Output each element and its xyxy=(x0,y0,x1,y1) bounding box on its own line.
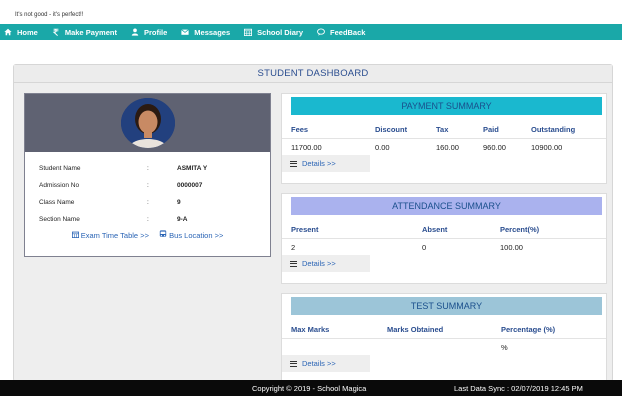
page-footer: Copyright © 2019 - School Magica Last Da… xyxy=(0,380,622,396)
nav-profile-label: Profile xyxy=(143,27,168,37)
calendar-icon xyxy=(244,28,253,36)
last-sync-text: Last Data Sync : 02/07/2019 12:45 PM xyxy=(454,384,583,393)
percentage-value: % xyxy=(501,342,508,352)
bus-icon xyxy=(159,230,167,237)
bus-location-link[interactable]: Bus Location >> xyxy=(159,230,224,240)
section-name-label: Section Name xyxy=(39,216,80,223)
tagline: It's not good - it's perfect!! xyxy=(15,12,84,18)
student-avatar xyxy=(121,98,175,148)
exam-timetable-link[interactable]: Exam Time Table >> xyxy=(71,231,151,240)
exam-timetable-label: Exam Time Table >> xyxy=(80,231,149,240)
nav-home[interactable]: Home xyxy=(4,28,38,37)
attendance-details-label: Details >> xyxy=(302,259,336,268)
nav-home-label: Home xyxy=(17,27,38,37)
attendance-summary-table: Present Absent Percent(%) 2 0 100.00 xyxy=(282,221,606,255)
main-navbar: Home Make Payment Profile Messages Schoo… xyxy=(0,24,622,40)
payment-summary-title: PAYMENT SUMMARY xyxy=(291,97,602,115)
class-name-row: Class Name : 9 xyxy=(25,194,270,211)
discount-header: Discount xyxy=(375,125,408,134)
attendance-summary-title: ATTENDANCE SUMMARY xyxy=(291,197,602,215)
separator: : xyxy=(147,216,149,223)
payment-data-row: 11700.00 0.00 160.00 960.00 10900.00 xyxy=(282,138,606,155)
tax-header: Tax xyxy=(436,125,449,134)
test-details-link[interactable]: Details >> xyxy=(282,355,370,372)
student-card-header xyxy=(25,94,270,152)
admission-no-row: Admission No : 0000007 xyxy=(25,177,270,194)
class-name-label: Class Name xyxy=(39,199,75,206)
nav-school-diary-label: School Diary xyxy=(257,27,304,37)
outstanding-header: Outstanding xyxy=(531,125,576,134)
percent-value: 100.00 xyxy=(500,242,523,252)
tax-value: 160.00 xyxy=(436,142,459,152)
marks-obtained-header: Marks Obtained xyxy=(387,325,444,334)
user-icon xyxy=(131,28,139,36)
present-header: Present xyxy=(291,225,319,234)
payment-details-label: Details >> xyxy=(302,159,336,168)
test-header-row: Max Marks Marks Obtained Percentage (%) xyxy=(282,321,606,338)
max-marks-header: Max Marks xyxy=(291,325,330,334)
bus-location-label: Bus Location >> xyxy=(169,231,224,240)
class-name-value: 9 xyxy=(177,199,181,206)
test-summary-title: TEST SUMMARY xyxy=(291,297,602,315)
discount-value: 0.00 xyxy=(375,142,390,152)
payment-summary-table: Fees Discount Tax Paid Outstanding 11700… xyxy=(282,121,606,155)
separator: : xyxy=(147,199,149,206)
student-name-value: ASMITA Y xyxy=(177,165,208,172)
nav-profile[interactable]: Profile xyxy=(131,28,167,37)
payment-header-row: Fees Discount Tax Paid Outstanding xyxy=(282,121,606,138)
envelope-icon xyxy=(181,29,190,35)
nav-make-payment[interactable]: Make Payment xyxy=(52,28,117,37)
test-data-row: % xyxy=(282,338,606,355)
section-name-value: 9-A xyxy=(177,216,188,223)
present-value: 2 xyxy=(291,242,296,252)
outstanding-value: 10900.00 xyxy=(531,142,563,152)
attendance-header-row: Present Absent Percent(%) xyxy=(282,221,606,238)
home-icon xyxy=(4,28,12,36)
admission-no-label: Admission No xyxy=(39,182,80,189)
nav-make-payment-label: Make Payment xyxy=(64,27,117,37)
section-name-row: Section Name : 9-A xyxy=(25,211,270,228)
payment-summary-box: PAYMENT SUMMARY Fees Discount Tax Paid O… xyxy=(281,93,607,184)
test-summary-table: Max Marks Marks Obtained Percentage (%) … xyxy=(282,321,606,355)
calendar-icon xyxy=(71,231,79,239)
paid-value: 960.00 xyxy=(483,142,506,152)
test-summary-box: TEST SUMMARY Max Marks Marks Obtained Pe… xyxy=(281,293,607,381)
chat-icon xyxy=(317,28,325,36)
nav-messages-label: Messages xyxy=(194,27,231,37)
list-icon xyxy=(290,360,297,367)
student-card-links: Exam Time Table >> Bus Location >> xyxy=(25,230,270,244)
absent-header: Absent xyxy=(422,225,448,234)
attendance-summary-box: ATTENDANCE SUMMARY Present Absent Percen… xyxy=(281,193,607,284)
list-icon xyxy=(290,260,297,267)
student-card: Student Name : ASMITA Y Admission No : 0… xyxy=(24,93,271,257)
rupee-icon xyxy=(52,28,59,36)
student-name-row: Student Name : ASMITA Y xyxy=(25,160,270,177)
student-info-table: Student Name : ASMITA Y Admission No : 0… xyxy=(25,160,270,228)
dashboard-title: STUDENT DASHBOARD xyxy=(14,65,612,83)
percentage-header: Percentage (%) xyxy=(501,325,556,334)
paid-header: Paid xyxy=(483,125,499,134)
percent-header: Percent(%) xyxy=(500,225,540,234)
admission-no-value: 0000007 xyxy=(177,182,203,189)
nav-feedback-label: FeedBack xyxy=(330,27,366,37)
copyright-text: Copyright © 2019 - School Magica xyxy=(252,384,367,393)
payment-details-link[interactable]: Details >> xyxy=(282,155,370,172)
nav-feedback[interactable]: FeedBack xyxy=(317,28,365,37)
attendance-details-link[interactable]: Details >> xyxy=(282,255,370,272)
nav-school-diary[interactable]: School Diary xyxy=(244,28,303,37)
student-name-label: Student Name xyxy=(39,165,81,172)
absent-value: 0 xyxy=(422,242,427,252)
separator: : xyxy=(147,182,149,189)
dashboard-panel: STUDENT DASHBOARD Student Name : ASMITA … xyxy=(13,64,613,382)
attendance-data-row: 2 0 100.00 xyxy=(282,238,606,255)
test-details-label: Details >> xyxy=(302,359,336,368)
nav-messages[interactable]: Messages xyxy=(181,28,230,37)
list-icon xyxy=(290,160,297,167)
fees-header: Fees xyxy=(291,125,309,134)
fees-value: 11700.00 xyxy=(291,142,322,152)
separator: : xyxy=(147,165,149,172)
